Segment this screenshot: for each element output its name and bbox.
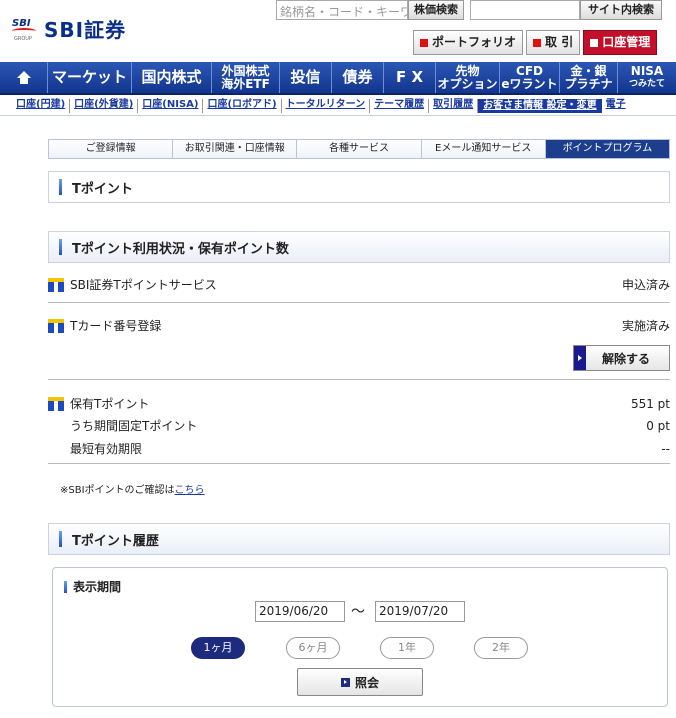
card-label: Tカード番号登録 [70,319,162,333]
logo-name: SBI証券 [44,18,127,42]
card-value: 実施済み [621,319,670,333]
subnav-roboad-account[interactable]: 口座(ロボアド) [203,99,282,113]
stock-search-input[interactable]: 銘柄名・コード・キーワード [276,0,408,20]
settings-tabs: ご登録情報 お取引関連・口座情報 各種サービス Eメール通知サービス ポイントプ… [48,139,670,159]
subnav-yen-account[interactable]: 口座(円建) [12,99,71,113]
period-bar-marker [64,580,67,593]
held-points-value: 551 pt [630,396,670,411]
page-title-box: Tポイント [48,171,670,203]
tab-email-notification[interactable]: Eメール通知サービス [421,140,546,158]
tab-trade-account-info[interactable]: お取引関連・口座情報 [173,140,298,158]
header-buttons: ポートフォリオ 取 引 口座管理 [413,30,660,55]
title-bar-marker [59,179,62,195]
fixed-points-row: うち期間固定Tポイント 0 pt [48,417,670,434]
date-to-input[interactable]: 2019/07/20 [375,601,465,622]
inquire-button[interactable]: 照会 [297,668,423,696]
tab-services[interactable]: 各種サービス [297,140,422,158]
subnav-foreign-account[interactable]: 口座(外貨建) [70,99,139,113]
range-2-years[interactable]: 2年 [474,637,528,659]
nav-market[interactable]: マーケット [48,62,132,93]
tab-point-program[interactable]: ポイントプログラム [545,140,670,158]
status-section-header: Tポイント利用状況・保有ポイント数 [48,231,670,263]
period-title: 表示期間 [64,578,121,595]
service-label: SBI証券Tポイントサービス [70,278,217,292]
subnav-nisa-account[interactable]: 口座(NISA) [138,99,204,113]
tab-registration-info[interactable]: ご登録情報 [49,140,174,158]
divider [48,379,670,380]
nav-funds[interactable]: 投信 [280,62,332,93]
site-search-button[interactable]: サイト内検索 [580,0,662,20]
sbi-logo[interactable]: SBI GROUP SBI証券 [12,14,126,43]
account-sub-nav: 口座(円建) 口座(外貨建) 口座(NISA) 口座(ロボアド) トータルリター… [12,99,630,113]
release-button[interactable]: 解除する [573,345,670,371]
fixed-points-label: うち期間固定Tポイント [70,419,198,433]
section-bar-marker [59,531,62,547]
nav-foreign-stock[interactable]: 外国株式 海外ETF [212,62,280,93]
nav-cfd[interactable]: CFD eワラント [500,62,560,93]
range-1-month[interactable]: 1ヶ月 [191,637,245,659]
site-search-input[interactable] [470,0,580,20]
service-value: 申込済み [621,278,670,292]
card-row: Tカード番号登録 実施済み [48,317,670,334]
nav-gold[interactable]: 金・銀 プラチナ [560,62,618,93]
subnav-theme-history[interactable]: テーマ履歴 [370,99,430,113]
sbi-logo-icon: SBI GROUP [12,16,38,42]
range-6-months[interactable]: 6ヶ月 [286,637,340,659]
expiry-row: 最短有効期限 -- [48,440,670,457]
service-row: SBI証券Tポイントサービス 申込済み [48,276,670,293]
expiry-label: 最短有効期限 [70,442,143,456]
range-1-year[interactable]: 1年 [380,637,434,659]
date-range-separator: 〜 [351,604,365,620]
subnav-total-return[interactable]: トータルリターン [282,99,371,113]
portfolio-button[interactable]: ポートフォリオ [413,30,524,55]
home-nav-button[interactable] [0,62,48,93]
nav-nisa[interactable]: NISA つみたて [618,62,676,93]
sbi-point-link[interactable]: こちら [175,485,205,496]
home-icon [16,70,31,85]
subnav-trade-history[interactable]: 取引履歴 [429,99,479,113]
stock-search-button[interactable]: 株価検索 [408,0,464,20]
trade-button[interactable]: 取 引 [526,30,581,55]
arrow-right-icon [574,346,586,370]
nav-domestic-stock[interactable]: 国内株式 [132,62,212,93]
fixed-points-value: 0 pt [646,418,670,433]
arrow-right-icon [340,677,350,687]
subnav-electronic[interactable]: 電子 [602,99,630,113]
section-bar-marker [59,239,62,255]
held-points-label: 保有Tポイント [70,397,150,411]
nav-futures-options[interactable]: 先物 オプション [436,62,500,93]
account-management-button[interactable]: 口座管理 [583,30,658,55]
main-nav: マーケット 国内株式 外国株式 海外ETF 投信 債券 F X 先物 オプション C… [0,62,676,95]
tpoint-icon [48,277,64,292]
header-search: 銘柄名・コード・キーワード 株価検索 サイト内検索 [276,0,662,20]
tpoint-icon [48,318,64,333]
expiry-value: -- [661,441,670,456]
divider [48,302,670,303]
sbi-point-note: ※SBIポイントのご確認はこちら [60,485,205,496]
nav-bonds[interactable]: 債券 [332,62,384,93]
subnav-customer-settings[interactable]: お客さま情報 設定・変更 [478,99,602,113]
history-section-header: Tポイント履歴 [48,523,670,555]
divider [48,463,670,464]
held-points-row: 保有Tポイント 551 pt [48,395,670,412]
status-section-title: Tポイント利用状況・保有ポイント数 [72,241,289,257]
nav-fx[interactable]: F X [384,62,436,93]
history-section-title: Tポイント履歴 [72,533,159,549]
date-from-input[interactable]: 2019/06/20 [255,601,345,622]
tpoint-icon [48,396,64,411]
page-title: Tポイント [72,181,133,197]
subnav-divider [0,115,676,116]
